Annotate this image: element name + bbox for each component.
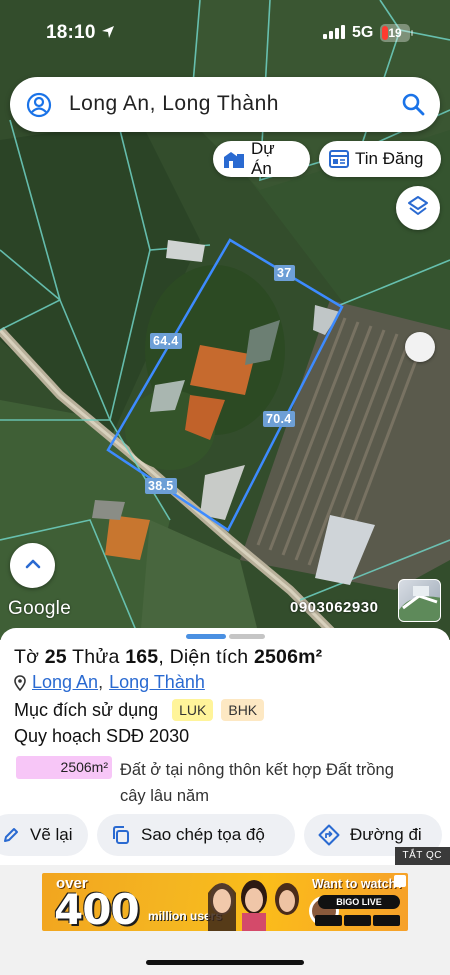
google-attribution: Google — [8, 598, 72, 619]
parcel-info-sheet: Tờ 25 Thửa 165, Diện tích 2506m² Long An… — [0, 628, 450, 868]
land-use-tag-luk: LUK — [172, 699, 214, 721]
measure-label-top: 37 — [274, 265, 295, 281]
app-store-badges — [315, 913, 405, 926]
pencil-icon — [2, 826, 20, 844]
district-link[interactable]: Long Thành — [109, 672, 205, 693]
buildings-icon — [223, 149, 245, 169]
ad-want-text: Want to watch? — [312, 877, 404, 891]
satellite-map[interactable]: 37 64.4 70.4 38.5 18:10 5G 19 Long An, L… — [0, 0, 450, 640]
lot-number: 165 — [125, 646, 159, 668]
close-ad-button[interactable]: TẮT QC — [394, 847, 450, 865]
status-bar: 18:10 5G 19 — [0, 0, 450, 62]
sheet-label: Tờ — [14, 646, 40, 668]
sheet-number: 25 — [44, 646, 67, 668]
search-bar[interactable]: Long An, Long Thành — [10, 77, 440, 132]
copy-coordinates-button[interactable]: Sao chép tọa độ — [97, 814, 295, 856]
account-icon[interactable] — [26, 92, 52, 123]
redraw-label: Vẽ lại — [30, 825, 73, 844]
ad-banner[interactable]: over 400 million users Want to watch? BI… — [42, 873, 408, 931]
map-pin-icon — [14, 674, 26, 691]
measure-label-bottom: 38.5 — [145, 478, 177, 494]
planning-description: Đất ở tại nông thôn kết hợp Đất trồng câ… — [120, 761, 394, 805]
layers-icon — [407, 195, 429, 222]
cellular-signal-icon — [323, 25, 345, 44]
area-value: 2506m² — [253, 646, 323, 668]
battery-level: 19 — [388, 26, 402, 40]
layers-button[interactable] — [396, 186, 440, 230]
projects-chip[interactable]: Dự Án — [213, 139, 310, 178]
ad-container: TẮT QC over 400 million users Want to wa… — [0, 847, 450, 975]
network-type: 5G — [352, 24, 374, 41]
planning-label: Quy hoạch SDĐ 2030 — [14, 726, 190, 746]
phone-watermark: 0903062930 — [290, 599, 379, 616]
projects-chip-label: Dự Án — [251, 139, 275, 178]
chevron-up-icon — [24, 557, 42, 575]
address-separator: , — [98, 672, 104, 692]
sheet-handle-inactive[interactable] — [229, 634, 265, 639]
area-label: Diện tích — [169, 646, 249, 668]
map-slider-handle[interactable] — [405, 332, 435, 362]
search-query[interactable]: Long An, Long Thành — [69, 92, 279, 116]
planning-area-badge: 2506m² — [16, 756, 112, 779]
adchoices-icon[interactable] — [394, 875, 406, 887]
scroll-up-button[interactable] — [10, 543, 55, 588]
battery-icon: 19 — [380, 24, 410, 42]
sheet-handle-active[interactable] — [186, 634, 226, 639]
parcel-title: Tờ 25 Thửa 165, Diện tích 2506m² — [14, 646, 323, 668]
measure-label-left: 64.4 — [150, 333, 182, 349]
redraw-button[interactable]: Vẽ lại — [0, 814, 88, 856]
copy-icon — [111, 825, 131, 845]
street-view-thumbnail[interactable] — [398, 579, 441, 622]
listings-chip-label: Tin Đăng — [355, 149, 424, 168]
listings-chip[interactable]: Tin Đăng — [319, 141, 441, 177]
directions-icon — [318, 824, 340, 846]
ad-number: 400 — [54, 885, 140, 931]
ad-brand: BIGO LIVE — [318, 895, 400, 909]
search-icon[interactable] — [400, 91, 426, 122]
status-time: 18:10 — [46, 22, 96, 43]
copy-coordinates-label: Sao chép tọa độ — [141, 825, 265, 844]
listing-board-icon — [329, 150, 349, 168]
action-bar: Vẽ lại Sao chép tọa độ Đường đi — [0, 814, 450, 858]
measure-label-right: 70.4 — [263, 411, 295, 427]
directions-label: Đường đi — [350, 825, 422, 844]
land-use-purpose: Mục đích sử dụng LUK BHK — [14, 699, 265, 721]
purpose-label: Mục đích sử dụng — [14, 699, 159, 720]
location-arrow-icon — [101, 25, 115, 44]
province-link[interactable]: Long An — [32, 672, 98, 693]
parcel-address: Long An, Long Thành — [14, 672, 205, 693]
home-indicator — [146, 960, 304, 965]
lot-label: Thửa — [72, 646, 120, 668]
land-use-tag-bhk: BHK — [221, 699, 265, 721]
